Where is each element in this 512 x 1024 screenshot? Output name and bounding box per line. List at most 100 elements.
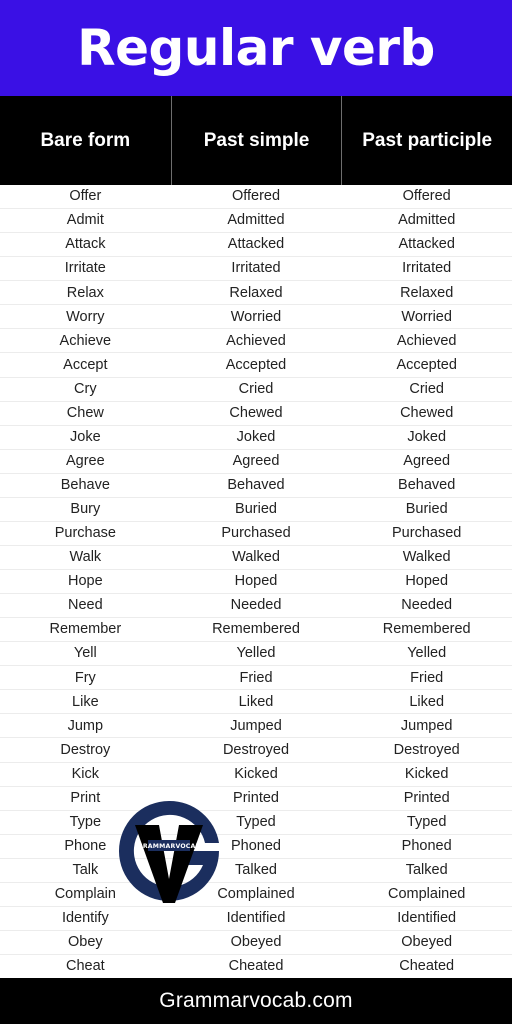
table-row: Talk Talked Talked [0,859,512,883]
table-row: Worry Worried Worried [0,305,512,330]
cell-bare-form: Accept [63,357,108,373]
cell-past-simple: Liked [238,694,274,710]
cell-past-simple: Walked [232,550,280,565]
cell-bare-form: Type [69,814,102,830]
cell-past-participle: Talked [405,863,448,878]
table-row: Type Typed Typed [0,811,512,835]
table-row: Irritate Irritated Irritated [0,257,512,282]
table-row: Walk Walked Walked [0,546,512,570]
cell-past-participle: Cried [409,381,444,397]
table-row: Attack Attacked Attacked [0,233,512,258]
cell-past-participle: Needed [401,598,453,613]
table-row: Chew Chewed Chewed [0,402,512,426]
cell-bare-form: Admit [66,213,104,228]
cell-past-simple: Admitted [227,213,285,228]
cell-past-participle: Complained [387,887,466,902]
cell-past-simple: Talked [235,863,277,878]
cell-bare-form: Phone [64,838,107,854]
cell-past-simple: Typed [236,814,276,830]
cell-past-simple: Jumped [230,718,282,734]
table-row: Need Needed Needed [0,594,512,619]
cell-past-simple: Offered [231,189,281,204]
cell-past-simple: Chewed [229,405,283,421]
cell-past-simple: Buried [235,502,277,517]
title-banner: Regular verb [0,0,512,96]
cell-past-participle: Relaxed [400,285,454,301]
cell-past-simple: Relaxed [229,285,283,301]
cell-past-simple: Destroyed [222,742,290,758]
cell-bare-form: Behave [60,478,110,493]
table-row: Identify Identified Identified [0,907,512,931]
table-row: Kick Kicked Kicked [0,763,512,787]
table-row: Relax Relaxed Relaxed [0,281,512,306]
cell-bare-form: Complain [54,887,116,902]
cell-past-participle: Accepted [396,357,457,373]
cell-past-simple: Complained [217,887,295,902]
cell-past-participle: Achieved [396,333,457,349]
cell-bare-form: Achieve [59,333,112,349]
table-row: Admit Admitted Admitted [0,209,512,234]
table-row: Print Printed Printed [0,787,512,811]
table-row: Offer Offered Offered [0,185,512,210]
cell-past-participle: Fried [410,670,444,686]
verb-table-page: Regular verb Bare form Past simple Past … [0,0,512,1024]
cell-bare-form: Cry [74,381,97,397]
table-row: Remember Remembered Remembered [0,618,512,643]
cell-bare-form: Purchase [54,526,116,541]
cell-bare-form: Obey [68,935,103,950]
cell-past-simple: Purchased [221,526,291,541]
cell-past-participle: Chewed [400,405,454,421]
cell-bare-form: Walk [69,550,102,565]
table-body: Offer Offered Offered Admit Admitted Admitted… [0,185,512,978]
cell-past-simple: Accepted [225,357,287,373]
cell-bare-form: Jump [67,718,104,734]
cell-bare-form: Kick [71,766,100,782]
cell-past-participle: Remembered [382,622,471,637]
cell-bare-form: Offer [69,189,102,204]
cell-past-participle: Joked [407,429,447,445]
cell-past-simple: Identified [226,911,286,926]
cell-past-participle: Liked [409,694,445,710]
table-row: Hope Hoped Hoped [0,570,512,595]
table-row: Cry Cried Cried [0,378,512,402]
table-row: Yell Yelled Yelled [0,642,512,667]
cell-past-simple: Agreed [232,453,280,469]
table-row: Purchase Purchased Purchased [0,522,512,546]
page-title: Regular verb [77,19,435,77]
cell-past-simple: Joked [236,429,276,445]
cell-bare-form: Bury [70,502,101,517]
cell-past-simple: Worried [230,309,282,325]
table-row: Achieve Achieved Achieved [0,329,512,354]
cell-past-simple: Hoped [234,574,278,589]
cell-past-participle: Yelled [407,646,447,661]
cell-bare-form: Worry [66,309,105,325]
cell-past-participle: Walked [402,550,451,565]
cell-past-participle: Jumped [400,718,453,734]
cell-bare-form: Chew [66,405,104,421]
cell-past-participle: Buried [405,502,448,517]
cell-past-simple: Cried [238,381,274,397]
cell-bare-form: Agree [65,453,105,469]
table-row: Destroy Destroyed Destroyed [0,738,512,763]
cell-past-participle: Kicked [404,766,449,782]
cell-bare-form: Relax [66,285,104,301]
cell-past-participle: Destroyed [393,742,460,758]
cell-bare-form: Remember [49,622,122,637]
cell-past-participle: Irritated [402,261,452,276]
cell-bare-form: Yell [73,646,97,661]
cell-past-simple: Achieved [226,333,286,349]
cell-bare-form: Destroy [60,742,111,758]
footer-bar: Grammarvocab.com [0,978,512,1024]
cell-past-participle: Printed [403,790,450,806]
table-row: Obey Obeyed Obeyed [0,931,512,955]
cell-past-participle: Purchased [392,526,462,541]
cell-past-simple: Needed [230,598,282,613]
cell-past-participle: Typed [406,814,447,830]
cell-past-simple: Phoned [231,838,281,854]
table-column-header: Bare form Past simple Past participle [0,96,512,185]
cell-past-participle: Admitted [398,213,456,228]
cell-bare-form: Hope [68,574,103,589]
cell-past-participle: Agreed [403,453,451,469]
cell-past-simple: Obeyed [230,935,282,950]
cell-past-simple: Irritated [231,261,281,276]
